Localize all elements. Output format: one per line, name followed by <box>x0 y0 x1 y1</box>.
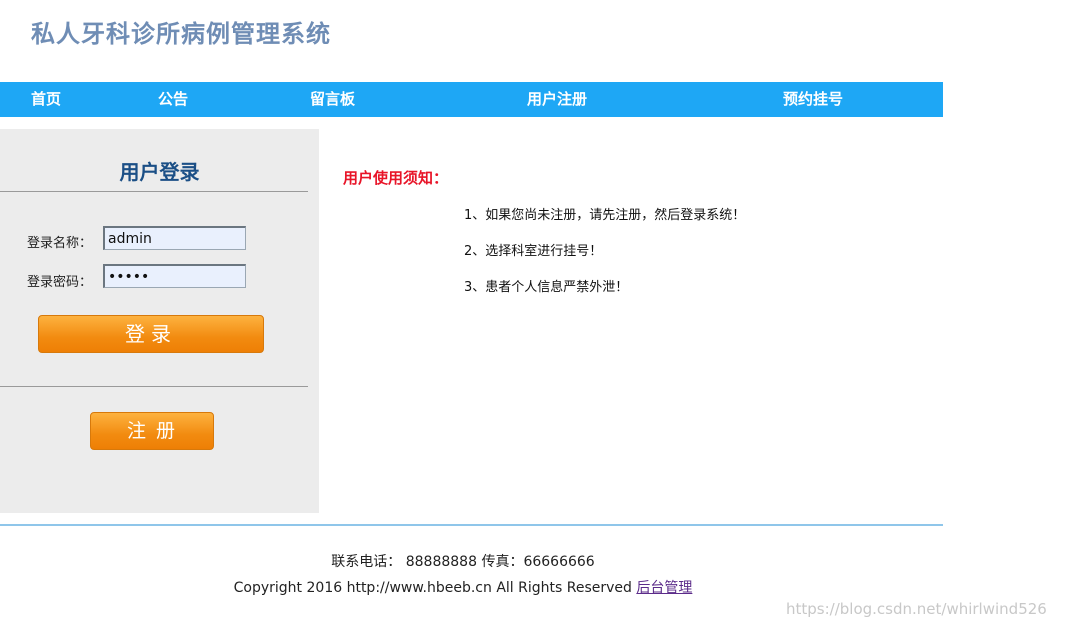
login-title: 用户登录 <box>119 160 200 184</box>
footer-contact: 联系电话： 88888888 传真：66666666 <box>331 554 595 570</box>
notice-item-2: 2、选择科室进行挂号！ <box>464 244 603 259</box>
register-button[interactable]: 注册 <box>90 412 214 450</box>
divider <box>0 191 308 192</box>
username-input[interactable] <box>103 226 246 250</box>
main-nav: 首页 公告 留言板 用户注册 预约挂号 <box>0 82 943 117</box>
password-label: 登录密码： <box>27 275 93 290</box>
footer-divider <box>0 524 943 526</box>
login-button[interactable]: 登录 <box>38 315 264 353</box>
divider <box>0 386 308 387</box>
nav-item-user-register[interactable]: 用户注册 <box>527 82 587 117</box>
copyright-text: Copyright 2016 http://www.hbeeb.cn All R… <box>233 580 637 596</box>
page: 私人牙科诊所病例管理系统 首页 公告 留言板 用户注册 预约挂号 用户登录 登录… <box>0 0 1092 629</box>
notice-item-3: 3、患者个人信息严禁外泄！ <box>464 280 629 295</box>
login-panel: 用户登录 登录名称： 登录密码： 登录 注册 <box>0 129 319 513</box>
notice-title: 用户使用须知： <box>343 169 449 187</box>
footer-copyright: Copyright 2016 http://www.hbeeb.cn All R… <box>0 577 926 597</box>
password-input[interactable] <box>103 264 246 288</box>
username-label: 登录名称： <box>27 236 93 251</box>
notice-item-1: 1、如果您尚未注册，请先注册，然后登录系统！ <box>464 208 746 223</box>
nav-item-announcements[interactable]: 公告 <box>158 82 188 117</box>
admin-link[interactable]: 后台管理 <box>636 580 692 596</box>
nav-item-message-board[interactable]: 留言板 <box>310 82 355 117</box>
nav-item-appointment[interactable]: 预约挂号 <box>783 82 843 117</box>
site-title: 私人牙科诊所病例管理系统 <box>31 19 331 48</box>
nav-item-home[interactable]: 首页 <box>31 82 61 117</box>
watermark: https://blog.csdn.net/whirlwind526 <box>786 600 1047 618</box>
